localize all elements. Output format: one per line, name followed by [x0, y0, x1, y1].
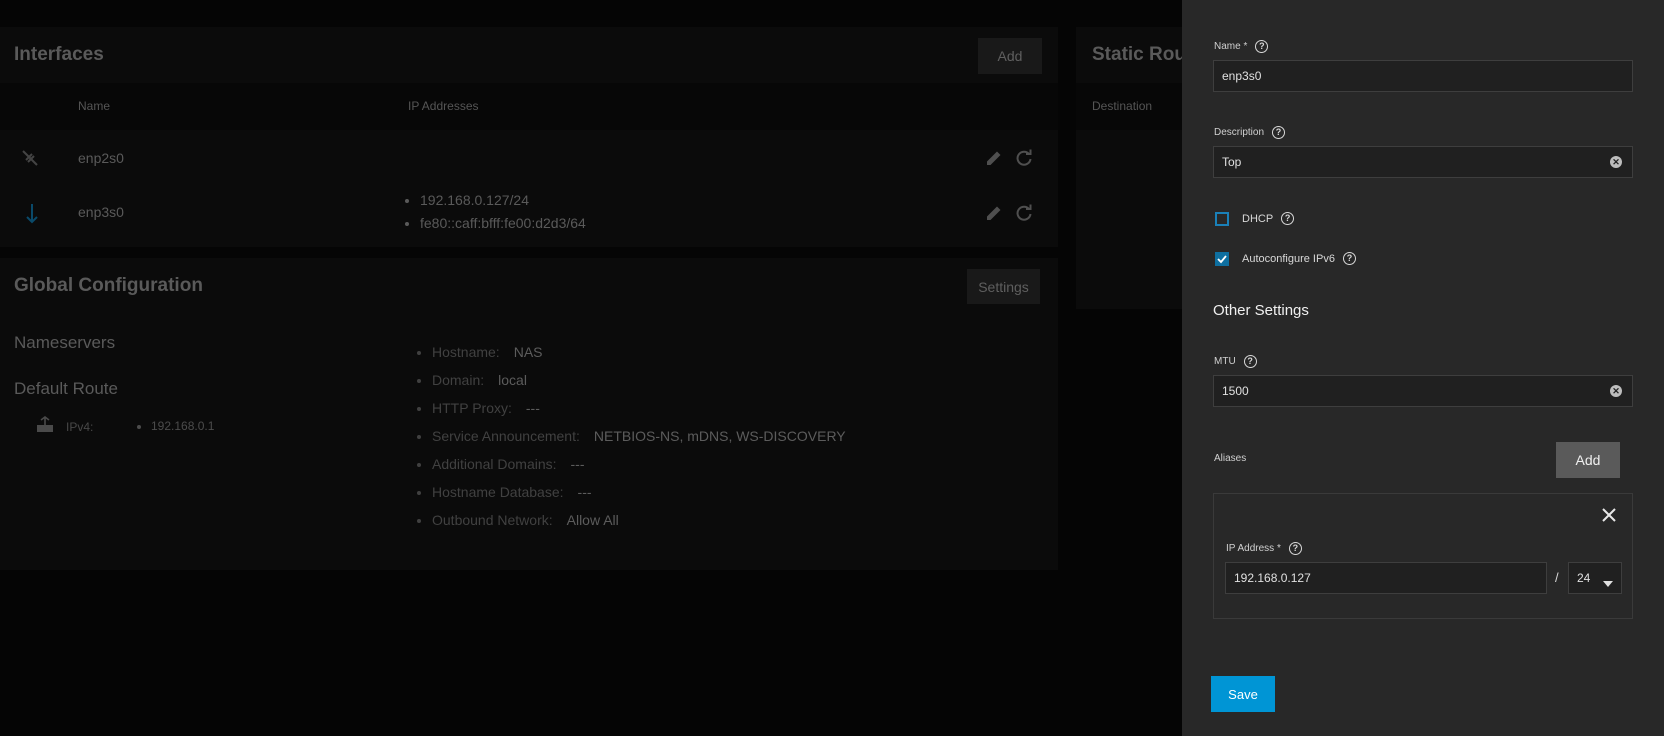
- help-icon[interactable]: ?: [1281, 212, 1295, 225]
- global-configuration-title: Global Configuration: [14, 275, 203, 296]
- interface-name: enp3s0: [78, 204, 124, 220]
- list-item: Domain:local: [432, 366, 846, 394]
- column-name: Name: [78, 99, 111, 113]
- autoconfigure-ipv6-checkbox[interactable]: [1215, 252, 1229, 266]
- nameservers-title: Nameservers: [14, 333, 116, 352]
- list-item: HTTP Proxy:---: [432, 394, 846, 422]
- edit-interface-panel: Name * ? enp3s0 Description ? Top ✕ DHCP…: [1182, 0, 1664, 736]
- alias-ip-label: IP Address * ?: [1226, 542, 1302, 555]
- clear-icon[interactable]: ✕: [1610, 156, 1622, 168]
- alias-ip-input[interactable]: 192.168.0.127: [1225, 562, 1547, 594]
- column-destination: Destination: [1092, 99, 1153, 113]
- default-route-list: 192.168.0.1: [131, 415, 214, 438]
- list-item: 192.168.0.127/24: [420, 189, 586, 212]
- check-icon: [1217, 255, 1227, 264]
- mtu-label: MTU ?: [1214, 355, 1257, 368]
- list-item: Outbound Network:Allow All: [432, 506, 846, 534]
- other-settings-title: Other Settings: [1213, 302, 1309, 319]
- close-icon[interactable]: [1600, 506, 1618, 529]
- list-item: fe80::caff:bfff:fe00:d2d3/64: [420, 212, 586, 235]
- aliases-label: Aliases: [1214, 453, 1247, 464]
- clear-icon[interactable]: ✕: [1610, 385, 1622, 397]
- default-route-title: Default Route: [14, 379, 118, 398]
- description-input[interactable]: Top ✕: [1213, 146, 1633, 178]
- interfaces-table-header: Name IP Addresses: [0, 83, 1058, 130]
- settings-button[interactable]: Settings: [967, 269, 1040, 304]
- global-settings-list: Hostname:NAS Domain:local HTTP Proxy:---…: [412, 338, 846, 534]
- autoconfigure-ipv6-label: Autoconfigure IPv6 ?: [1242, 252, 1356, 265]
- link-down-icon: [18, 146, 42, 175]
- help-icon[interactable]: ?: [1243, 355, 1257, 368]
- edit-icon[interactable]: [984, 148, 1004, 173]
- list-item: Hostname:NAS: [432, 338, 846, 366]
- table-row[interactable]: enp3s0 192.168.0.127/24 fe80::caff:bfff:…: [0, 187, 1058, 243]
- global-configuration-card: Global Configuration Settings Nameserver…: [0, 258, 1058, 570]
- help-icon[interactable]: ?: [1288, 542, 1302, 555]
- list-item: Service Announcement:NETBIOS-NS, mDNS, W…: [432, 422, 846, 450]
- help-icon[interactable]: ?: [1342, 252, 1356, 265]
- name-label: Name * ?: [1214, 40, 1269, 53]
- mtu-input[interactable]: 1500 ✕: [1213, 375, 1633, 407]
- description-label: Description ?: [1214, 126, 1286, 139]
- help-icon[interactable]: ?: [1255, 40, 1269, 53]
- reset-icon[interactable]: [1014, 203, 1034, 228]
- list-item: 192.168.0.1: [151, 415, 214, 438]
- edit-icon[interactable]: [984, 203, 1004, 228]
- interface-name: enp2s0: [78, 150, 124, 166]
- help-icon[interactable]: ?: [1272, 126, 1286, 139]
- ip-address-list: 192.168.0.127/24 fe80::caff:bfff:fe00:d2…: [400, 189, 586, 235]
- name-input[interactable]: enp3s0: [1213, 60, 1633, 92]
- static-routes-title: Static Rou: [1092, 44, 1186, 65]
- alias-entry: IP Address * ? 192.168.0.127 / 24: [1213, 493, 1633, 619]
- dhcp-label: DHCP ?: [1242, 212, 1295, 225]
- dhcp-checkbox[interactable]: [1215, 212, 1229, 226]
- save-button[interactable]: Save: [1211, 676, 1275, 712]
- add-interface-button[interactable]: Add: [978, 38, 1042, 74]
- column-ip-addresses: IP Addresses: [408, 99, 479, 113]
- list-item: Hostname Database:---: [432, 478, 846, 506]
- add-alias-button[interactable]: Add: [1556, 442, 1620, 478]
- reset-icon[interactable]: [1014, 148, 1034, 173]
- link-up-icon: [22, 201, 42, 230]
- static-routes-table-header: Destination: [1076, 83, 1182, 130]
- list-item: Additional Domains:---: [432, 450, 846, 478]
- static-routes-card: Static Rou Destination: [1076, 27, 1186, 309]
- interfaces-title: Interfaces: [14, 44, 104, 65]
- interfaces-card: Interfaces Add Name IP Addresses enp2s0 …: [0, 27, 1058, 247]
- router-icon: [35, 416, 55, 439]
- netmask-separator: /: [1555, 570, 1559, 585]
- netmask-select[interactable]: 24: [1568, 562, 1622, 594]
- table-row[interactable]: enp2s0: [0, 130, 1058, 186]
- caret-down-icon: [1603, 576, 1613, 590]
- ipv4-label: IPv4:: [66, 420, 94, 434]
